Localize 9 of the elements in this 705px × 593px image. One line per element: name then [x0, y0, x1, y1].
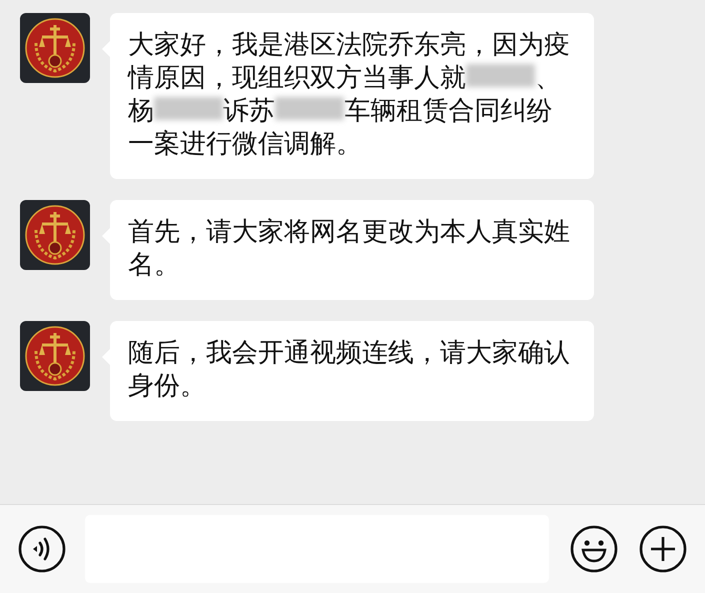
- add-button[interactable]: [639, 525, 687, 573]
- scales-emblem-icon[interactable]: [20, 321, 90, 391]
- message-text: 随后，我会开通视频连线，请大家确认身份。: [128, 337, 571, 403]
- emoji-button[interactable]: [570, 525, 618, 573]
- message-text: 大家好，我是港区法院乔东亮，因为疫情原因，现组织双方当事人就 、杨 诉苏 车辆租赁合同纠纷一案进行微信调解。: [128, 29, 571, 161]
- voice-button[interactable]: [18, 525, 66, 573]
- message-text: 首先，请大家将网名更改为本人真实姓名。: [128, 216, 571, 282]
- scales-emblem-icon[interactable]: [20, 200, 90, 270]
- scales-emblem-icon[interactable]: [20, 13, 90, 83]
